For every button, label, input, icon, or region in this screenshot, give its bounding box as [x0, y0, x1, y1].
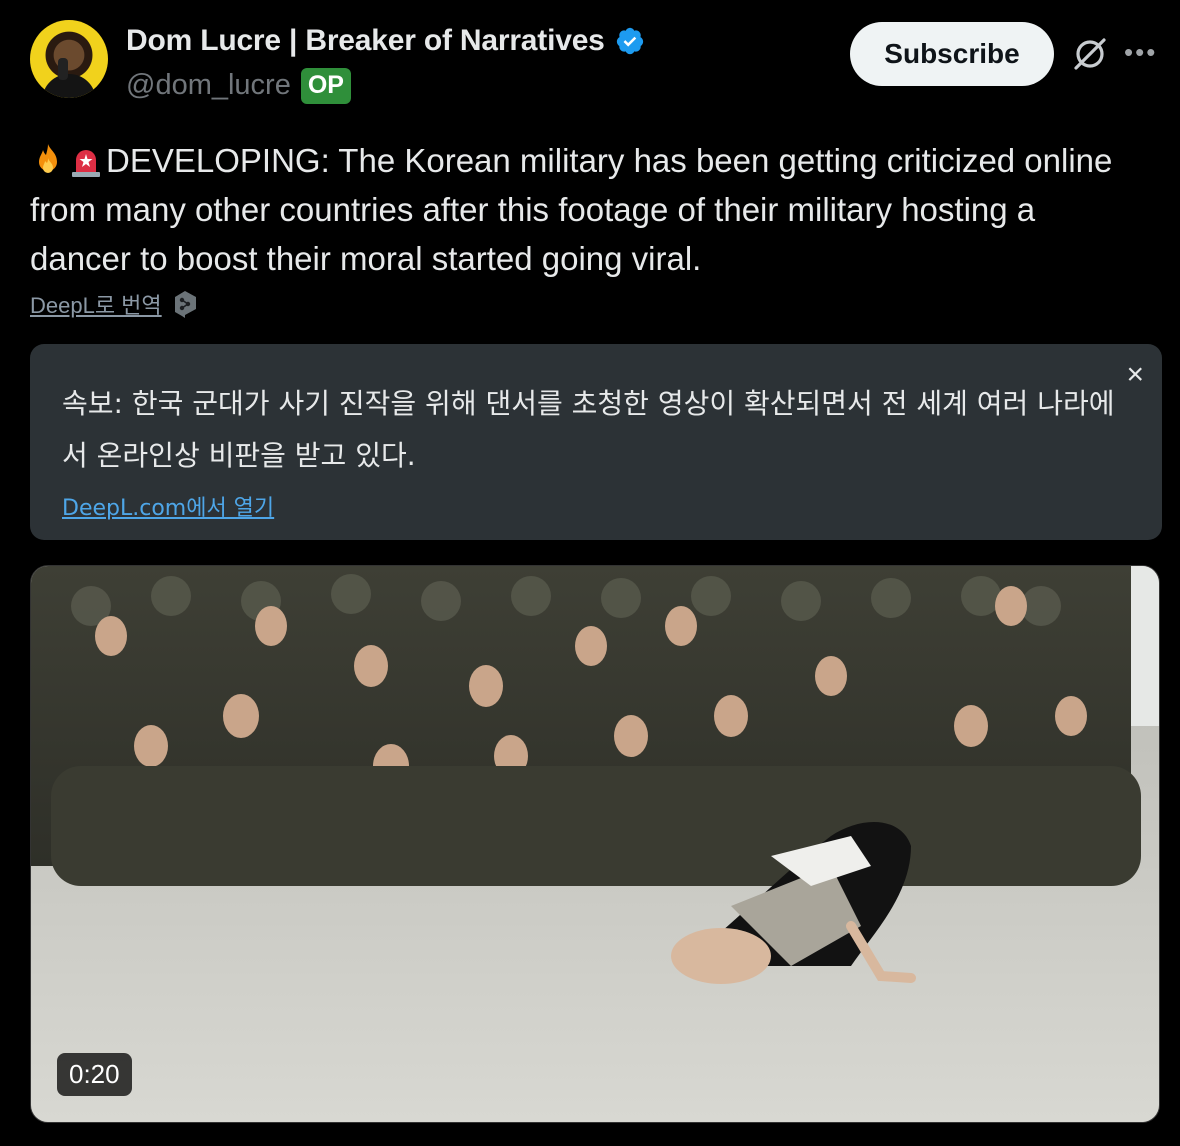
tweet-header: Dom Lucre | Breaker of Narratives @dom_l…	[30, 18, 1160, 108]
video-duration-badge: 0:20	[57, 1053, 132, 1096]
deepl-translation-panel: × 속보: 한국 군대가 사기 진작을 위해 댄서를 초청한 영상이 확산되면서…	[30, 344, 1162, 540]
handle-row: @dom_lucre OP	[126, 68, 351, 104]
display-name[interactable]: Dom Lucre | Breaker of Narratives	[126, 24, 605, 58]
open-in-deepl-link[interactable]: DeepL.com에서 열기	[62, 490, 274, 522]
verified-badge-icon	[616, 27, 643, 55]
op-badge: OP	[300, 68, 351, 104]
subscribe-button[interactable]: Subscribe	[850, 22, 1054, 86]
video-player[interactable]: 0:20	[30, 565, 1160, 1123]
tweet-body-text: DEVELOPING: The Korean military has been…	[30, 142, 1113, 277]
translated-text: 속보: 한국 군대가 사기 진작을 위해 댄서를 초청한 영상이 확산되면서 전…	[62, 387, 1115, 472]
deepl-icon[interactable]	[172, 290, 198, 318]
name-row: Dom Lucre | Breaker of Narratives	[126, 24, 645, 58]
avatar[interactable]	[30, 20, 108, 98]
more-options-icon[interactable]: •••	[1124, 39, 1160, 65]
tweet-text: DEVELOPING: The Korean military has been…	[30, 136, 1140, 283]
close-icon[interactable]: ×	[1126, 358, 1144, 392]
avatar-figure	[42, 74, 96, 98]
fire-emoji-icon	[39, 144, 57, 173]
translate-row: DeepL로 번역	[30, 288, 198, 320]
grok-icon[interactable]	[1070, 34, 1110, 74]
avatar-microphone	[58, 58, 68, 80]
siren-emoji-icon	[72, 150, 100, 177]
user-handle[interactable]: @dom_lucre	[126, 69, 291, 102]
video-frame	[31, 566, 1159, 1122]
deepl-translate-link[interactable]: DeepL로 번역	[30, 288, 162, 320]
